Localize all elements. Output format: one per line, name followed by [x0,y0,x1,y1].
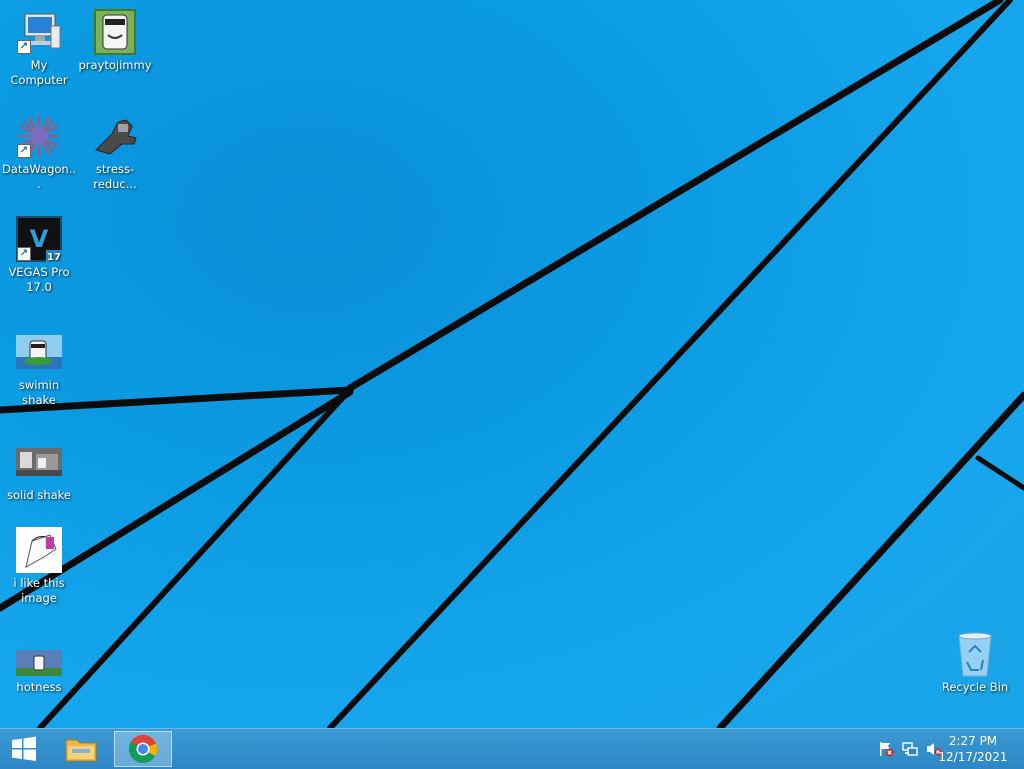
wallpaper-lines [0,0,1024,728]
my-computer-desktop-icon[interactable]: ↗ My Computer [1,8,77,88]
shortcut-arrow-icon: ↗ [17,247,31,261]
computer-icon: ↗ [15,8,63,56]
clock-time: 2:27 PM [948,734,998,748]
taskbar-chrome-button[interactable] [114,731,172,767]
image-thumbnail-icon [15,328,63,376]
solid-shake-desktop-icon[interactable]: solid shake [1,438,77,503]
svg-text:V: V [30,225,49,253]
network-icon[interactable] [902,741,918,757]
hand-gun-icon [91,112,139,160]
swimin-shake-desktop-icon[interactable]: swimin shake [1,328,77,408]
taskbar-clock[interactable]: 2:27 PM 12/17/2021 [936,733,1010,765]
icon-label: hotness [16,680,62,694]
recycle-bin-desktop-icon[interactable]: Recycle Bin [937,630,1013,695]
icon-label: My Computer [10,58,68,87]
windows-logo-icon [12,736,36,761]
action-center-flag-icon[interactable] [878,741,894,757]
icon-label: Recycle Bin [941,680,1009,694]
icon-label: i like this image [13,576,65,605]
svg-text:17: 17 [47,252,61,262]
taskbar: 2:27 PM 12/17/2021 [0,728,1024,769]
i-like-this-image-desktop-icon[interactable]: i like this image [1,526,77,606]
chrome-icon [129,734,158,763]
icon-label: DataWagon... [1,162,77,191]
icon-label: stress-reduc... [93,162,137,191]
shortcut-arrow-icon: ↗ [17,144,31,158]
image-thumbnail-icon [91,8,139,56]
system-tray: 2:27 PM 12/17/2021 [864,729,1024,769]
icon-label: swimin shake [18,378,60,407]
image-thumbnail-icon [15,526,63,574]
gear-burst-icon: ↗ [15,112,63,160]
folder-icon [65,739,97,762]
taskbar-file-explorer-button[interactable] [58,731,104,767]
start-button[interactable] [0,731,48,767]
hotness-desktop-icon[interactable]: hotness [1,648,77,695]
clock-date: 12/17/2021 [938,750,1008,764]
datawagon-desktop-icon[interactable]: ↗ DataWagon... [1,112,77,192]
desktop[interactable]: ↗ My Computer praytojimmy ↗ DataWagon...… [0,0,1024,728]
icon-label: VEGAS Pro 17.0 [8,265,70,294]
stress-reducer-desktop-icon[interactable]: stress-reduc... [77,112,153,192]
shortcut-arrow-icon: ↗ [17,40,31,54]
icon-label: praytojimmy [78,58,152,72]
image-thumbnail-icon [15,648,63,678]
icon-label: solid shake [6,488,72,502]
recycle-bin-icon [951,630,999,678]
vegas-pro-desktop-icon[interactable]: V 17 ↗ VEGAS Pro 17.0 [1,215,77,295]
vegas-pro-icon: V 17 ↗ [15,215,63,263]
image-thumbnail-icon [15,438,63,486]
praytojimmy-desktop-icon[interactable]: praytojimmy [77,8,153,73]
